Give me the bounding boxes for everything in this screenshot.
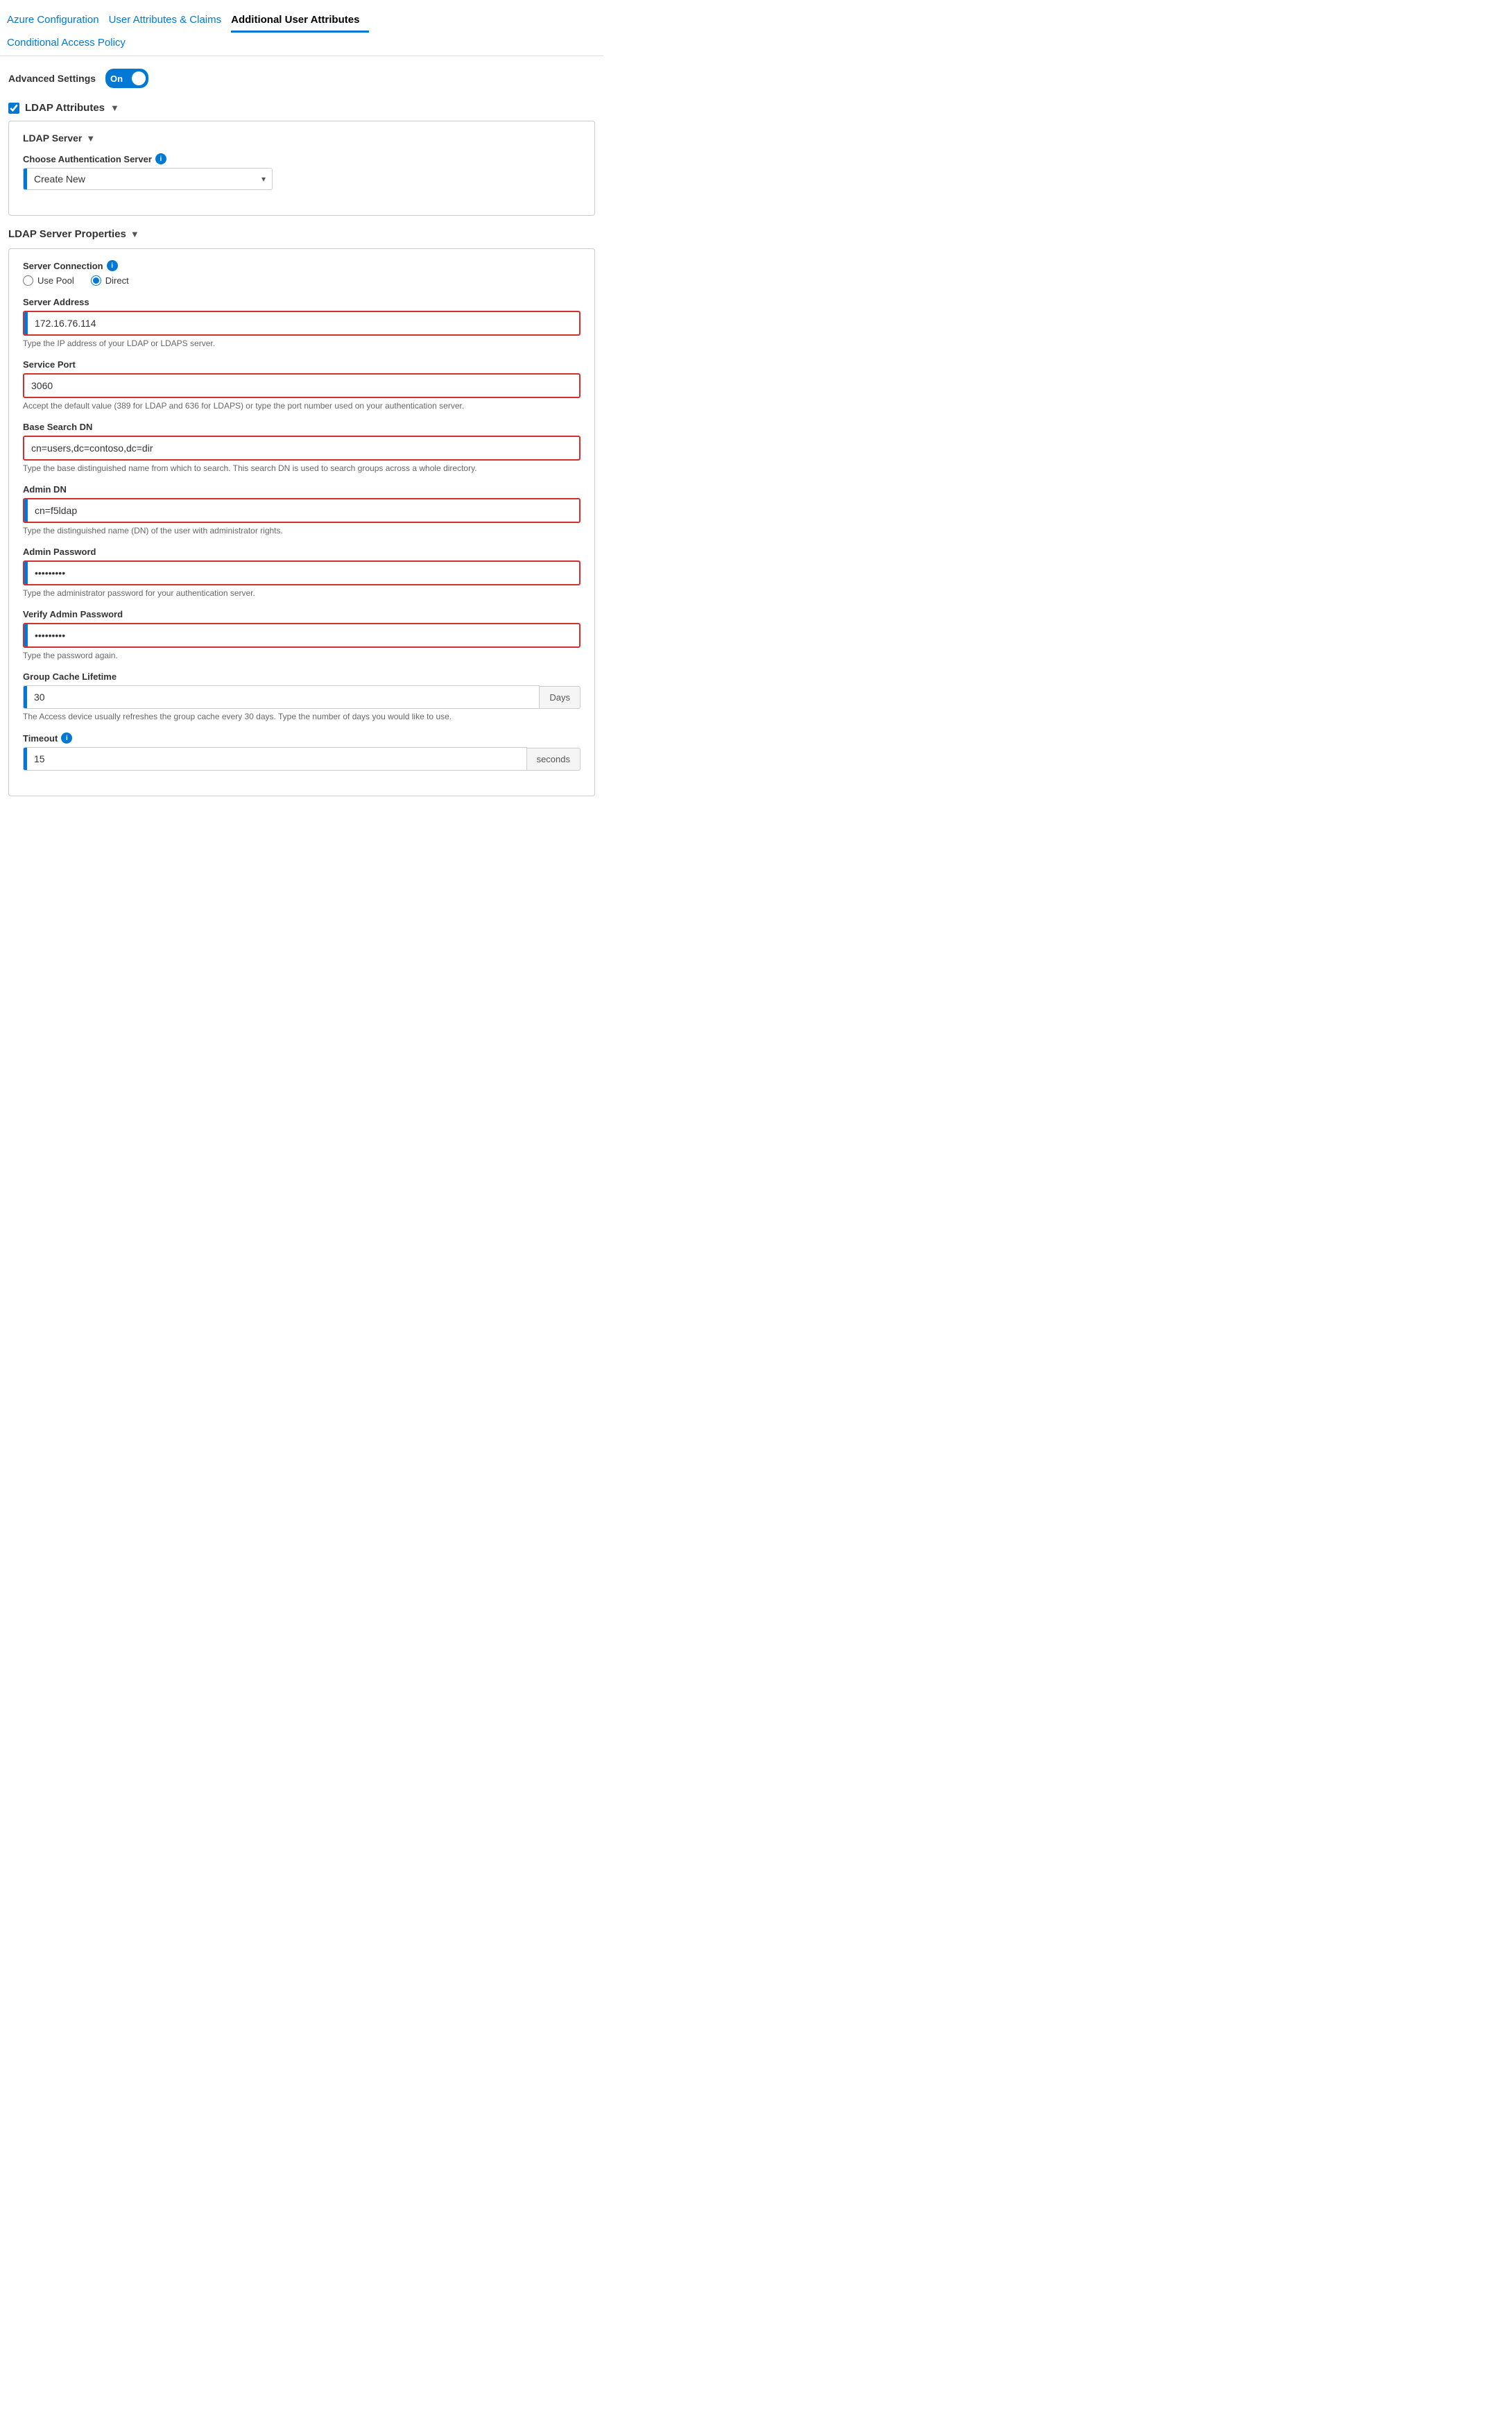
ldap-attributes-chevron-icon[interactable]: ▼ xyxy=(110,103,119,113)
verify-admin-password-input[interactable] xyxy=(28,624,579,646)
choose-auth-server-value: Create New xyxy=(27,169,272,189)
server-address-input-wrapper xyxy=(23,311,581,336)
service-port-input[interactable] xyxy=(24,375,579,397)
ldap-server-title: LDAP Server xyxy=(23,132,82,144)
server-address-input[interactable] xyxy=(28,312,579,334)
ldap-server-properties-card: Server Connection i Use Pool Direct xyxy=(8,248,595,796)
timeout-input[interactable] xyxy=(27,748,526,770)
admin-dn-input[interactable] xyxy=(28,499,579,522)
base-search-dn-hint: Type the base distinguished name from wh… xyxy=(23,463,581,473)
group-cache-lifetime-input-wrapper xyxy=(23,685,540,709)
properties-chevron-icon[interactable]: ▼ xyxy=(130,229,139,239)
choose-auth-server-select[interactable]: Create New xyxy=(23,168,273,190)
base-search-dn-input-wrapper xyxy=(23,436,581,461)
timeout-input-box xyxy=(23,747,527,771)
timeout-label: Timeout i xyxy=(23,732,581,744)
radio-use-pool[interactable]: Use Pool xyxy=(23,275,74,286)
main-content: Advanced Settings On LDAP Attributes ▼ L… xyxy=(0,56,603,823)
server-address-label: Server Address xyxy=(23,297,581,307)
group-cache-lifetime-append: Days xyxy=(540,686,581,709)
admin-password-hint: Type the administrator password for your… xyxy=(23,588,581,598)
server-address-group: Server Address Type the IP address of yo… xyxy=(23,297,581,348)
group-cache-lifetime-label: Group Cache Lifetime xyxy=(23,671,581,682)
ldap-server-properties-title: LDAP Server Properties ▼ xyxy=(8,228,595,240)
server-connection-group: Server Connection i Use Pool Direct xyxy=(23,260,581,286)
server-connection-label: Server Connection i xyxy=(23,260,581,271)
advanced-settings-row: Advanced Settings On xyxy=(8,69,595,88)
timeout-input-wrapper xyxy=(23,747,527,771)
ldap-server-card: LDAP Server ▼ Choose Authentication Serv… xyxy=(8,121,595,216)
group-cache-lifetime-input[interactable] xyxy=(27,686,539,708)
nav-user-attributes-claims[interactable]: User Attributes & Claims xyxy=(109,10,232,33)
base-search-dn-input[interactable] xyxy=(24,437,579,459)
toggle-knob xyxy=(132,71,146,85)
admin-dn-group: Admin DN Type the distinguished name (DN… xyxy=(23,484,581,535)
verify-admin-password-group: Verify Admin Password Type the password … xyxy=(23,609,581,660)
ldap-attributes-title: LDAP Attributes xyxy=(25,102,105,114)
service-port-input-wrapper xyxy=(23,373,581,398)
admin-password-group: Admin Password Type the administrator pa… xyxy=(23,547,581,598)
advanced-settings-label: Advanced Settings xyxy=(8,73,96,84)
choose-auth-server-label: Choose Authentication Server i xyxy=(23,153,581,164)
nav-row-2: Conditional Access Policy xyxy=(7,33,596,55)
server-address-hint: Type the IP address of your LDAP or LDAP… xyxy=(23,338,581,348)
admin-password-input-wrapper xyxy=(23,560,581,585)
server-connection-info-icon[interactable]: i xyxy=(107,260,118,271)
group-cache-lifetime-group: Group Cache Lifetime Days The Access dev… xyxy=(23,671,581,721)
toggle-on-label: On xyxy=(110,74,123,84)
service-port-hint: Accept the default value (389 for LDAP a… xyxy=(23,401,581,411)
radio-direct-label: Direct xyxy=(105,275,129,286)
timeout-append: seconds xyxy=(527,748,581,771)
base-search-dn-label: Base Search DN xyxy=(23,422,581,432)
radio-direct[interactable]: Direct xyxy=(91,275,129,286)
choose-auth-server-group: Choose Authentication Server i Create Ne… xyxy=(23,153,581,190)
nav-azure-configuration[interactable]: Azure Configuration xyxy=(7,10,109,33)
ldap-server-chevron-icon[interactable]: ▼ xyxy=(86,133,95,144)
ldap-server-properties-section: LDAP Server Properties ▼ Server Connecti… xyxy=(8,228,595,796)
nav-additional-user-attributes[interactable]: Additional User Attributes xyxy=(231,10,369,33)
ldap-server-header: LDAP Server ▼ xyxy=(23,132,581,144)
group-cache-lifetime-input-append: Days xyxy=(23,685,581,709)
admin-password-input[interactable] xyxy=(28,562,579,584)
nav-row-1: Azure Configuration User Attributes & Cl… xyxy=(7,10,596,33)
base-search-dn-group: Base Search DN Type the base distinguish… xyxy=(23,422,581,473)
radio-use-pool-label: Use Pool xyxy=(37,275,74,286)
timeout-info-icon[interactable]: i xyxy=(61,732,72,744)
timeout-input-append: seconds xyxy=(23,747,581,771)
choose-auth-server-info-icon[interactable]: i xyxy=(155,153,166,164)
radio-use-pool-input[interactable] xyxy=(23,275,33,286)
group-cache-lifetime-hint: The Access device usually refreshes the … xyxy=(23,712,581,721)
server-connection-radio-group: Use Pool Direct xyxy=(23,275,581,286)
advanced-settings-toggle[interactable]: On xyxy=(105,69,148,88)
verify-admin-password-label: Verify Admin Password xyxy=(23,609,581,619)
radio-direct-input[interactable] xyxy=(91,275,101,286)
service-port-label: Service Port xyxy=(23,359,581,370)
ldap-attributes-checkbox[interactable] xyxy=(8,103,19,114)
admin-dn-label: Admin DN xyxy=(23,484,581,495)
admin-password-label: Admin Password xyxy=(23,547,581,557)
nav-conditional-access-policy[interactable]: Conditional Access Policy xyxy=(7,33,135,55)
admin-dn-input-wrapper xyxy=(23,498,581,523)
choose-auth-server-select-wrapper: Create New ▾ xyxy=(23,168,273,190)
service-port-group: Service Port Accept the default value (3… xyxy=(23,359,581,411)
navigation-bar: Azure Configuration User Attributes & Cl… xyxy=(0,0,603,56)
verify-admin-password-hint: Type the password again. xyxy=(23,651,581,660)
timeout-group: Timeout i seconds xyxy=(23,732,581,771)
admin-dn-hint: Type the distinguished name (DN) of the … xyxy=(23,526,581,535)
verify-admin-password-input-wrapper xyxy=(23,623,581,648)
ldap-attributes-header: LDAP Attributes ▼ xyxy=(8,102,595,114)
group-cache-lifetime-input-box xyxy=(23,685,540,709)
